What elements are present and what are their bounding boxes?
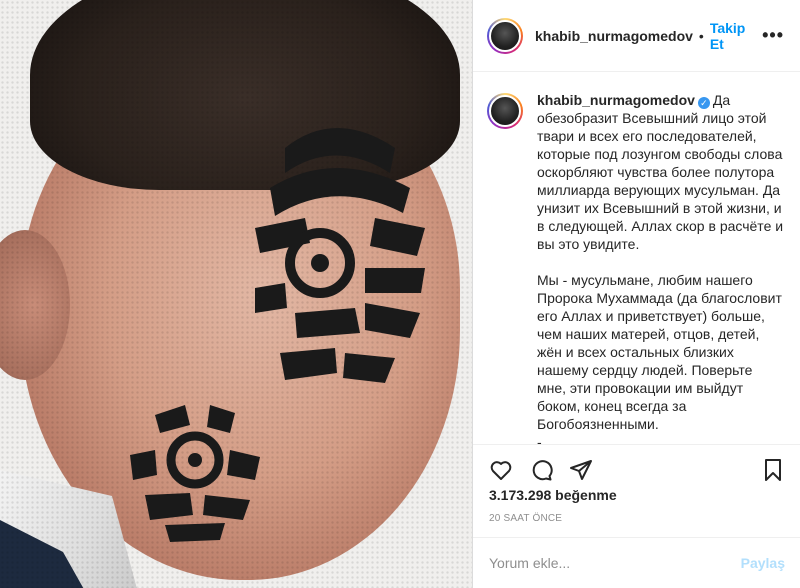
bookmark-icon[interactable] bbox=[761, 458, 785, 482]
caption: khabib_nurmagomedov ✓ Да обезобразит Всевы… bbox=[473, 73, 800, 444]
like-count[interactable]: 3.173.298 beğenme bbox=[489, 487, 617, 503]
comment-icon[interactable] bbox=[529, 458, 553, 482]
separator-dot: • bbox=[698, 27, 704, 44]
avatar[interactable] bbox=[487, 17, 523, 54]
boot-print-large bbox=[255, 128, 425, 383]
post-header: khabib_nurmagomedov • Takip Et ••• bbox=[473, 0, 800, 72]
comment-bar: Yorum ekle... Paylaş bbox=[473, 537, 800, 588]
caption-text: khabib_nurmagomedov ✓ Да обезобразит Всевы… bbox=[537, 91, 785, 444]
post-image[interactable] bbox=[0, 0, 472, 588]
follow-button[interactable]: Takip Et bbox=[710, 20, 762, 52]
post-side-panel: khabib_nurmagomedov • Takip Et ••• khabi… bbox=[472, 0, 800, 588]
verified-badge-icon: ✓ bbox=[697, 97, 710, 109]
caption-username[interactable]: khabib_nurmagomedov bbox=[537, 92, 695, 108]
post-timestamp[interactable]: 20 SAAT ÖNCE bbox=[489, 513, 562, 524]
username-link[interactable]: khabib_nurmagomedov bbox=[535, 28, 693, 44]
boot-print-small bbox=[130, 405, 260, 542]
post-comment-button[interactable]: Paylaş bbox=[741, 555, 785, 571]
caption-avatar[interactable] bbox=[487, 93, 523, 129]
more-options-icon[interactable]: ••• bbox=[762, 25, 784, 46]
caption-body: Да обезобразит Всевышний лицо этой твари… bbox=[537, 92, 784, 444]
comment-input[interactable]: Yorum ekle... bbox=[489, 555, 570, 571]
share-icon[interactable] bbox=[569, 458, 593, 482]
heart-icon[interactable] bbox=[489, 458, 513, 482]
